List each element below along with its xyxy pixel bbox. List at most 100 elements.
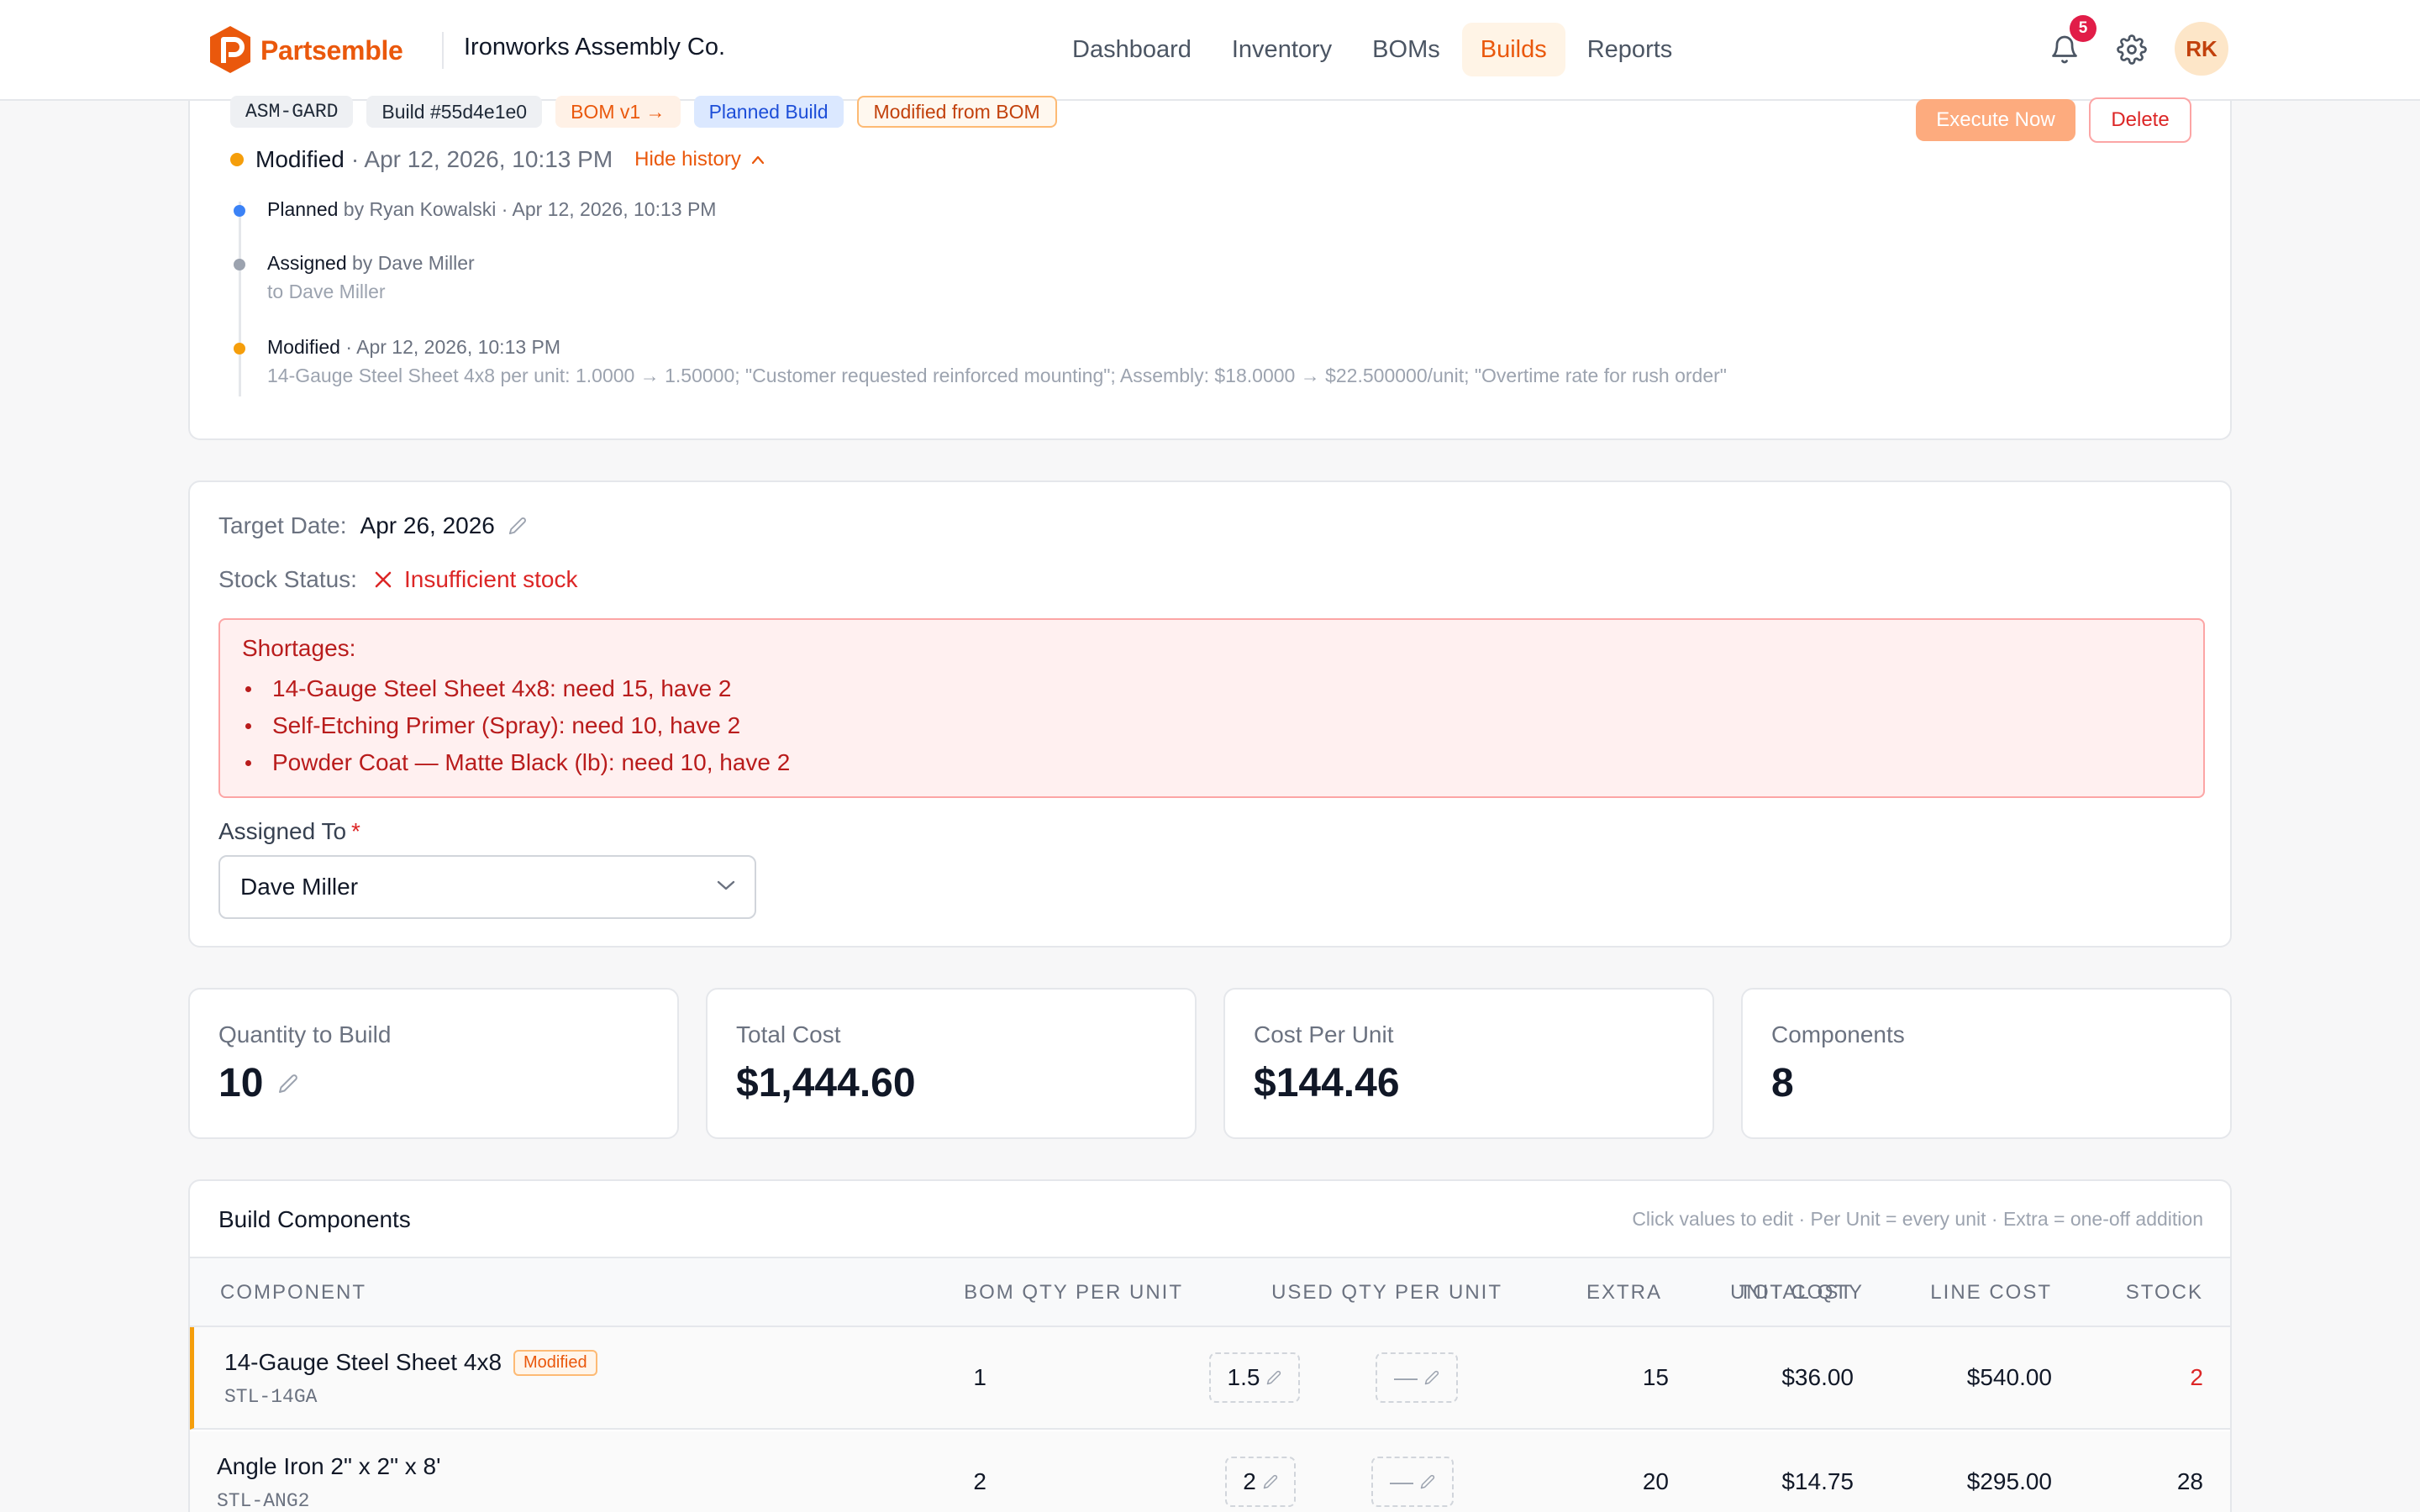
execute-now-button[interactable]: Execute Now [1916,99,2075,141]
build-components-card: Build Components Click values to edit · … [188,1179,2232,1512]
used-qty-editor[interactable]: 1.5 [1209,1352,1300,1403]
nav-builds[interactable]: Builds [1461,23,1565,76]
delete-button[interactable]: Delete [2089,97,2191,143]
pencil-icon [1420,1474,1435,1489]
settings-button[interactable] [2111,29,2153,71]
shortage-item: Powder Coat — Matte Black (lb): need 10,… [242,744,2181,781]
build-id-chip: Build #55d4e1e0 [366,96,543,128]
quantity-value[interactable]: 10 [218,1060,263,1106]
used-qty: 1.5 [1227,1364,1260,1390]
target-date-value[interactable]: Apr 26, 2026 [360,512,495,539]
sku-chip: ASM-GARD [230,96,354,128]
stat-value: 10 [218,1060,298,1106]
modified-from-bom-chip: Modified from BOM [856,96,1057,128]
stock-status-row: Stock Status: Insufficient stock [218,566,577,593]
components-title: Build Components [218,1206,411,1232]
extra-qty: — [1390,1468,1413,1494]
bom-qty: 2 [973,1468,986,1494]
extra-qty-editor[interactable]: — [1376,1352,1458,1403]
event-action: Assigned [267,252,347,274]
history-event: Modified · Apr 12, 2026, 10:13 PM 14-Gau… [234,333,1727,390]
column-header: BOM QTY PER UNIT [964,1281,1183,1304]
bom-link-chip[interactable]: BOM v1 → [555,96,681,128]
event-meta: by Dave Miller [346,252,475,274]
hide-history-toggle[interactable]: Hide history [634,148,765,171]
unit-cost: $36.00 [1781,1364,1854,1390]
pencil-icon [1424,1370,1439,1385]
stat-label: Quantity to Build [218,1021,392,1047]
event-meta: · Apr 12, 2026, 10:13 PM [339,336,561,358]
shortages-alert: Shortages: 14-Gauge Steel Sheet 4x8: nee… [218,618,2205,798]
column-header: LINE COST [1930,1281,2052,1304]
assigned-to-label: Assigned To * [218,818,360,845]
pencil-icon[interactable] [278,1074,298,1094]
user-avatar[interactable]: RK [2175,22,2228,76]
build-chips: ASM-GARD Build #55d4e1e0 BOM v1 → Planne… [230,96,1057,128]
header-divider [442,32,444,69]
table-row[interactable]: Angle Iron 2" x 2" x 8' STL-ANG2 2 2 — 2… [190,1431,2230,1512]
column-header: USED QTY PER UNIT [1271,1281,1502,1304]
event-line: Modified · Apr 12, 2026, 10:13 PM [267,333,1727,361]
stock-status-label: Stock Status: [218,566,357,592]
table-row[interactable]: 14-Gauge Steel Sheet 4x8 Modified STL-14… [190,1327,2230,1430]
stock-qty: 28 [2176,1468,2203,1494]
assigned-to-select[interactable]: Dave Miller [218,855,756,919]
history-event: Planned by Ryan Kowalski · Apr 12, 2026,… [234,195,716,223]
stat-label: Components [1771,1021,1905,1047]
component-name-text: 14-Gauge Steel Sheet 4x8 [224,1349,502,1375]
notification-count-badge: 5 [2070,15,2096,42]
components-hint: Click values to edit · Per Unit = every … [1632,1208,2203,1230]
history-event: Assigned by Dave Miller to Dave Miller [234,249,475,306]
stat-quantity-card: Quantity to Build 10 [188,988,679,1139]
required-marker: * [351,818,360,844]
nav-dashboard[interactable]: Dashboard [1054,23,1210,76]
component-name: 14-Gauge Steel Sheet 4x8 Modified [224,1349,597,1376]
shortages-title: Shortages: [242,635,356,661]
shortage-item: 14-Gauge Steel Sheet 4x8: need 15, have … [242,670,2181,707]
chevron-up-icon [751,155,764,165]
stat-label: Cost Per Unit [1254,1021,1394,1047]
pencil-icon [1267,1370,1281,1385]
target-date-label: Target Date: [218,512,347,538]
extra-qty-editor[interactable]: — [1371,1457,1454,1507]
stat-label: Total Cost [736,1021,841,1047]
x-icon [375,571,392,588]
used-qty-editor[interactable]: 2 [1225,1457,1296,1507]
event-detail: to Dave Miller [267,281,386,302]
gear-icon [2117,34,2147,65]
event-action: Modified [267,336,340,358]
stat-value: $144.46 [1254,1061,1400,1105]
main-nav: Dashboard Inventory BOMs Builds Reports [1054,23,1691,76]
top-navbar: Partsemble Ironworks Assembly Co. Dashbo… [0,0,2420,101]
assigned-to-text: Assigned To [218,818,347,844]
event-dot [234,205,245,217]
nav-boms[interactable]: BOMs [1354,23,1459,76]
component-name-text: Angle Iron 2" x 2" x 8' [217,1453,441,1479]
partsemble-logo-icon [210,26,250,73]
event-dot [234,343,245,354]
brand[interactable]: Partsemble [207,22,403,79]
chevron-down-icon [717,880,735,890]
stat-cost-per-unit-card: Cost Per Unit $144.46 [1223,988,1714,1139]
nav-reports[interactable]: Reports [1569,23,1691,76]
status-dot [230,153,244,166]
status-time: · Apr 12, 2026, 10:13 PM [350,146,613,172]
extra-qty: — [1394,1364,1418,1390]
status-label: Modified [255,146,345,172]
pencil-icon[interactable] [508,517,527,535]
hide-history-label: Hide history [634,148,741,171]
column-header: COMPONENT [220,1281,366,1304]
build-type-chip: Planned Build [693,96,844,128]
event-line: Assigned by Dave Miller [267,249,475,277]
component-sku: STL-ANG2 [217,1490,310,1512]
component-sku: STL-14GA [224,1386,318,1408]
build-status: Modified · Apr 12, 2026, 10:13 PM Hide h… [230,144,765,175]
line-cost: $540.00 [1966,1364,2052,1390]
build-details-card: Target Date: Apr 26, 2026 Stock Status: … [188,480,2232,948]
stock-status-value: Insufficient stock [374,566,577,593]
event-detail: 14-Gauge Steel Sheet 4x8 per unit: 1.000… [267,365,1727,386]
total-qty: 15 [1642,1364,1669,1390]
shortage-item: Self-Etching Primer (Spray): need 10, ha… [242,707,2181,744]
component-name: Angle Iron 2" x 2" x 8' [217,1453,440,1480]
nav-inventory[interactable]: Inventory [1213,23,1350,76]
